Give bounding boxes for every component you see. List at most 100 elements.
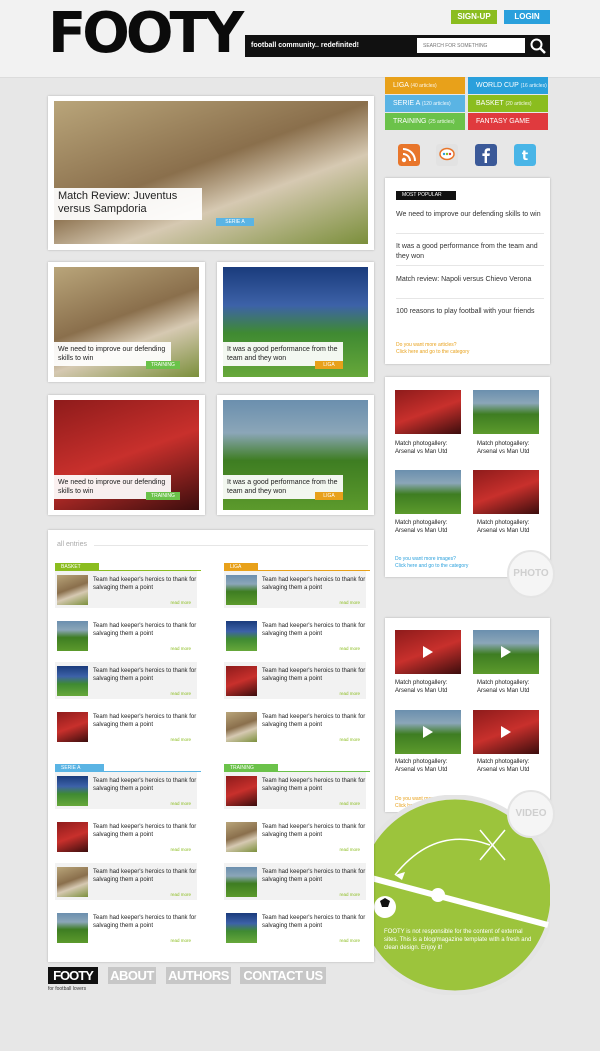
entry-item[interactable]: Team had keeper's heroics to thank for s… — [224, 662, 366, 699]
video-thumb[interactable] — [395, 710, 461, 754]
article-card[interactable]: We need to improve our defending skills … — [48, 395, 205, 515]
article-tag[interactable]: LIGA — [315, 361, 343, 369]
entry-item[interactable]: Team had keeper's heroics to thank for s… — [55, 571, 197, 608]
entry-item[interactable]: Team had keeper's heroics to thank for s… — [224, 863, 366, 900]
category-world-cup[interactable]: WORLD CUP (16 articles) — [468, 77, 548, 94]
article-card[interactable]: We need to improve our defending skills … — [48, 262, 205, 382]
video-caption: Match photogallery: Arsenal vs Man Utd — [395, 680, 448, 694]
divider — [396, 265, 544, 266]
read-more-link[interactable]: read more — [170, 737, 191, 742]
read-more-link[interactable]: read more — [339, 691, 360, 696]
read-more-link[interactable]: read more — [339, 737, 360, 742]
play-icon — [423, 646, 433, 658]
login-button[interactable]: LOGIN — [504, 10, 550, 24]
entry-item[interactable]: Team had keeper's heroics to thank for s… — [55, 708, 197, 745]
divider — [396, 233, 544, 234]
read-more-link[interactable]: read more — [170, 691, 191, 696]
search-input[interactable] — [417, 38, 525, 53]
read-more-link[interactable]: read more — [170, 801, 191, 806]
featured-article[interactable]: Match Review: Juventus versus Sampdoria … — [48, 96, 374, 250]
photo-thumb[interactable] — [473, 390, 539, 434]
entry-thumbnail — [57, 621, 88, 651]
entry-item[interactable]: Team had keeper's heroics to thank for s… — [55, 662, 197, 699]
entry-thumbnail — [226, 712, 257, 742]
photo-section-label: PHOTO — [507, 550, 555, 598]
popular-item[interactable]: 100 reasons to play football with your f… — [396, 307, 544, 317]
entry-item[interactable]: Team had keeper's heroics to thank for s… — [55, 909, 197, 946]
photo-thumb[interactable] — [473, 470, 539, 514]
footer-nav-authors[interactable]: AUTHORS — [166, 967, 231, 984]
entry-thumbnail — [57, 776, 88, 806]
footer-nav-contact[interactable]: CONTACT US — [240, 967, 326, 984]
entry-thumbnail — [226, 621, 257, 651]
entry-item[interactable]: Team had keeper's heroics to thank for s… — [224, 818, 366, 855]
play-icon — [423, 726, 433, 738]
photo-caption: Match photogallery: Arsenal vs Man Utd — [477, 520, 530, 534]
entry-item[interactable]: Team had keeper's heroics to thank for s… — [55, 863, 197, 900]
video-thumb[interactable] — [395, 630, 461, 674]
read-more-link[interactable]: read more — [339, 938, 360, 943]
popular-item[interactable]: We need to improve our defending skills … — [396, 210, 544, 220]
most-popular-panel — [385, 178, 550, 364]
entry-item[interactable]: Team had keeper's heroics to thank for s… — [55, 772, 197, 809]
category-serie-a[interactable]: SERIE A (120 articles) — [385, 95, 465, 112]
photo-thumb[interactable] — [395, 470, 461, 514]
read-more-link[interactable]: read more — [170, 600, 191, 605]
read-more-link[interactable]: read more — [339, 801, 360, 806]
most-popular-heading: MOST POPULAR — [396, 191, 456, 200]
site-logo[interactable]: FOOTY — [48, 2, 244, 66]
article-tag[interactable]: LIGA — [315, 492, 343, 500]
video-section-label: VIDEO — [507, 790, 555, 838]
featured-tag[interactable]: SERIE A — [216, 218, 254, 226]
read-more-link[interactable]: read more — [170, 892, 191, 897]
video-thumb[interactable] — [473, 630, 539, 674]
more-images-link[interactable]: Click here and go to the category — [395, 563, 468, 570]
entry-item[interactable]: Team had keeper's heroics to thank for s… — [55, 617, 197, 654]
footer-nav-about[interactable]: ABOUT — [108, 967, 156, 984]
play-icon — [501, 726, 511, 738]
more-articles-link[interactable]: Click here and go to the category — [396, 349, 469, 356]
entry-item[interactable]: Team had keeper's heroics to thank for s… — [224, 772, 366, 809]
article-card[interactable]: It was a good performance from the team … — [217, 262, 374, 382]
category-label: FANTASY GAME — [476, 118, 530, 125]
category-basket[interactable]: BASKET (20 articles) — [468, 95, 548, 112]
category-fantasy-game[interactable]: FANTASY GAME — [468, 113, 548, 130]
read-more-link[interactable]: read more — [339, 646, 360, 651]
entry-item[interactable]: Team had keeper's heroics to thank for s… — [224, 909, 366, 946]
category-training[interactable]: TRAINING (25 articles) — [385, 113, 465, 130]
entry-title: Team had keeper's heroics to thank for s… — [93, 668, 197, 682]
facebook-icon[interactable] — [475, 144, 497, 166]
video-thumb[interactable] — [473, 710, 539, 754]
chat-bubble-icon[interactable] — [436, 144, 458, 166]
photo-thumb[interactable] — [395, 390, 461, 434]
article-tag[interactable]: TRAINING — [146, 361, 180, 369]
article-tag[interactable]: TRAINING — [146, 492, 180, 500]
category-count: (120 articles) — [421, 101, 451, 107]
rss-icon[interactable] — [398, 144, 420, 166]
entry-title: Team had keeper's heroics to thank for s… — [262, 778, 366, 792]
category-liga[interactable]: LIGA (40 articles) — [385, 77, 465, 94]
read-more-link[interactable]: read more — [170, 646, 191, 651]
entry-item[interactable]: Team had keeper's heroics to thank for s… — [55, 818, 197, 855]
entry-item[interactable]: Team had keeper's heroics to thank for s… — [224, 708, 366, 745]
popular-item[interactable]: Match review: Napoli versus Chievo Veron… — [396, 275, 544, 285]
category-count: (25 articles) — [428, 119, 455, 125]
article-card[interactable]: It was a good performance from the team … — [217, 395, 374, 515]
popular-item[interactable]: It was a good performance from the team … — [396, 242, 544, 262]
twitter-icon[interactable]: t — [514, 144, 536, 166]
header: FOOTY SIGN-UP LOGIN football community..… — [0, 0, 600, 78]
entry-thumbnail — [226, 867, 257, 897]
entry-item[interactable]: Team had keeper's heroics to thank for s… — [224, 571, 366, 608]
read-more-link[interactable]: read more — [339, 892, 360, 897]
video-caption: Match photogallery: Arsenal vs Man Utd — [477, 759, 530, 773]
footer-logo[interactable]: FOOTY — [48, 967, 98, 984]
more-articles-question: Do you want more articles? — [396, 342, 457, 348]
read-more-link[interactable]: read more — [339, 847, 360, 852]
signup-button[interactable]: SIGN-UP — [451, 10, 497, 24]
entry-item[interactable]: Team had keeper's heroics to thank for s… — [224, 617, 366, 654]
search-icon[interactable] — [529, 37, 547, 55]
read-more-link[interactable]: read more — [170, 847, 191, 852]
read-more-link[interactable]: read more — [339, 600, 360, 605]
entry-title: Team had keeper's heroics to thank for s… — [93, 824, 197, 838]
read-more-link[interactable]: read more — [170, 938, 191, 943]
